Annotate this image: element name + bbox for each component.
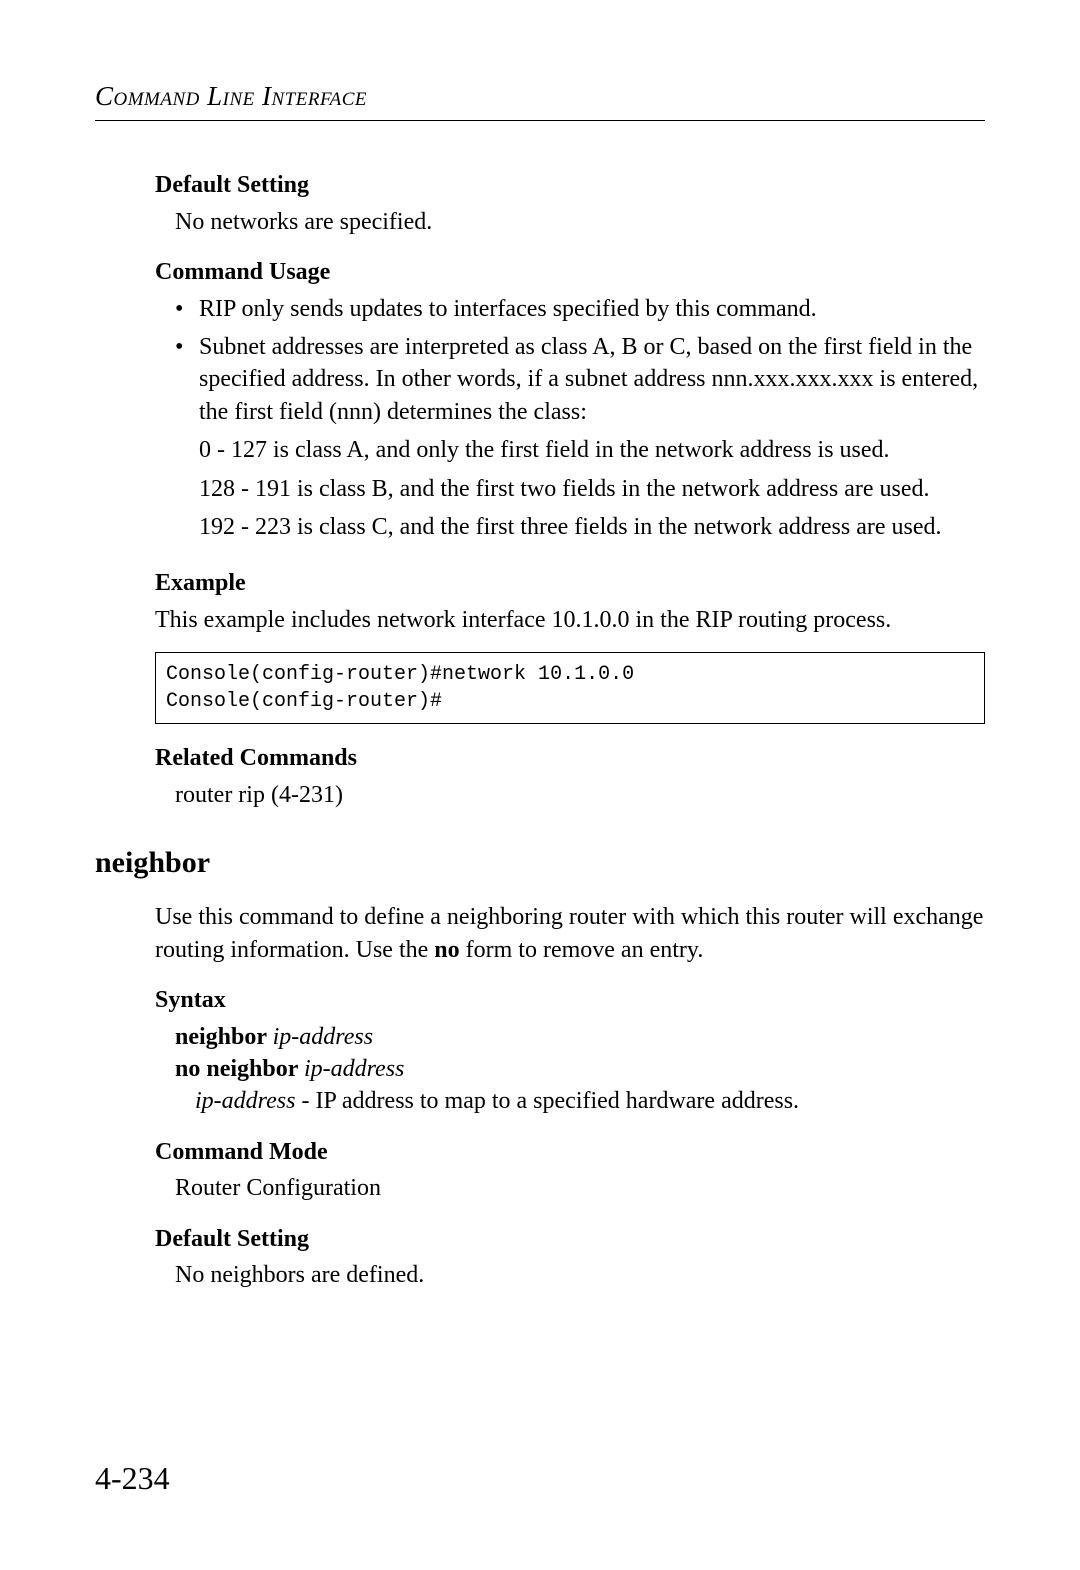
command-usage-list: RIP only sends updates to interfaces spe… [175, 293, 985, 544]
syntax-arg: ip-address [273, 1024, 373, 1050]
syntax-desc-text: - IP address to map to a specified hardw… [295, 1088, 799, 1114]
syntax-keyword: neighbor [175, 1024, 273, 1050]
console-output: Console(config-router)#network 10.1.0.0 … [155, 652, 985, 724]
list-item-text: Subnet addresses are interpreted as clas… [199, 334, 978, 425]
heading-syntax: Syntax [155, 984, 985, 1016]
syntax-line-2: no neighbor ip-address [175, 1053, 985, 1085]
text-default-setting: No networks are specified. [175, 206, 985, 238]
text-neighbor-default: No neighbors are defined. [175, 1259, 985, 1291]
class-line: 192 - 223 is class C, and the first thre… [199, 511, 985, 543]
text-command-mode: Router Configuration [175, 1172, 985, 1204]
heading-command-mode: Command Mode [155, 1136, 985, 1168]
section-syntax: Syntax neighbor ip-address no neighbor i… [155, 984, 985, 1118]
page-number: 4-234 [95, 1457, 170, 1500]
command-title-neighbor: neighbor [95, 843, 985, 884]
intro-post: form to remove an entry. [460, 937, 704, 963]
heading-related-commands: Related Commands [155, 742, 985, 774]
heading-neighbor-default: Default Setting [155, 1223, 985, 1255]
syntax-desc-arg: ip-address [195, 1088, 295, 1114]
list-item: Subnet addresses are interpreted as clas… [175, 331, 985, 543]
intro-bold-no: no [434, 937, 459, 963]
neighbor-intro: Use this command to define a neighboring… [155, 901, 985, 966]
list-item-text: RIP only sends updates to interfaces spe… [199, 296, 817, 322]
syntax-line-1: neighbor ip-address [175, 1021, 985, 1053]
syntax-keyword: no neighbor [175, 1056, 304, 1082]
heading-default-setting: Default Setting [155, 169, 985, 201]
syntax-desc: ip-address - IP address to map to a spec… [195, 1085, 985, 1117]
syntax-arg: ip-address [304, 1056, 404, 1082]
list-item: RIP only sends updates to interfaces spe… [175, 293, 985, 325]
class-line: 128 - 191 is class B, and the first two … [199, 473, 985, 505]
section-example: Example [155, 567, 985, 599]
running-header: Command Line Interface [95, 78, 985, 121]
section-related-commands: Related Commands router rip (4-231) [155, 742, 985, 811]
section-default-setting: Default Setting No networks are specifie… [155, 169, 985, 238]
class-line: 0 - 127 is class A, and only the first f… [199, 434, 985, 466]
page: Command Line Interface Default Setting N… [0, 0, 1080, 1570]
example-intro: This example includes network interface … [155, 604, 985, 636]
heading-command-usage: Command Usage [155, 256, 985, 288]
section-command-usage: Command Usage RIP only sends updates to … [155, 256, 985, 543]
console-block: Console(config-router)#network 10.1.0.0 … [155, 652, 985, 724]
section-neighbor-default: Default Setting No neighbors are defined… [155, 1223, 985, 1292]
section-command-mode: Command Mode Router Configuration [155, 1136, 985, 1205]
text-related-commands: router rip (4-231) [175, 779, 985, 811]
heading-example: Example [155, 567, 985, 599]
